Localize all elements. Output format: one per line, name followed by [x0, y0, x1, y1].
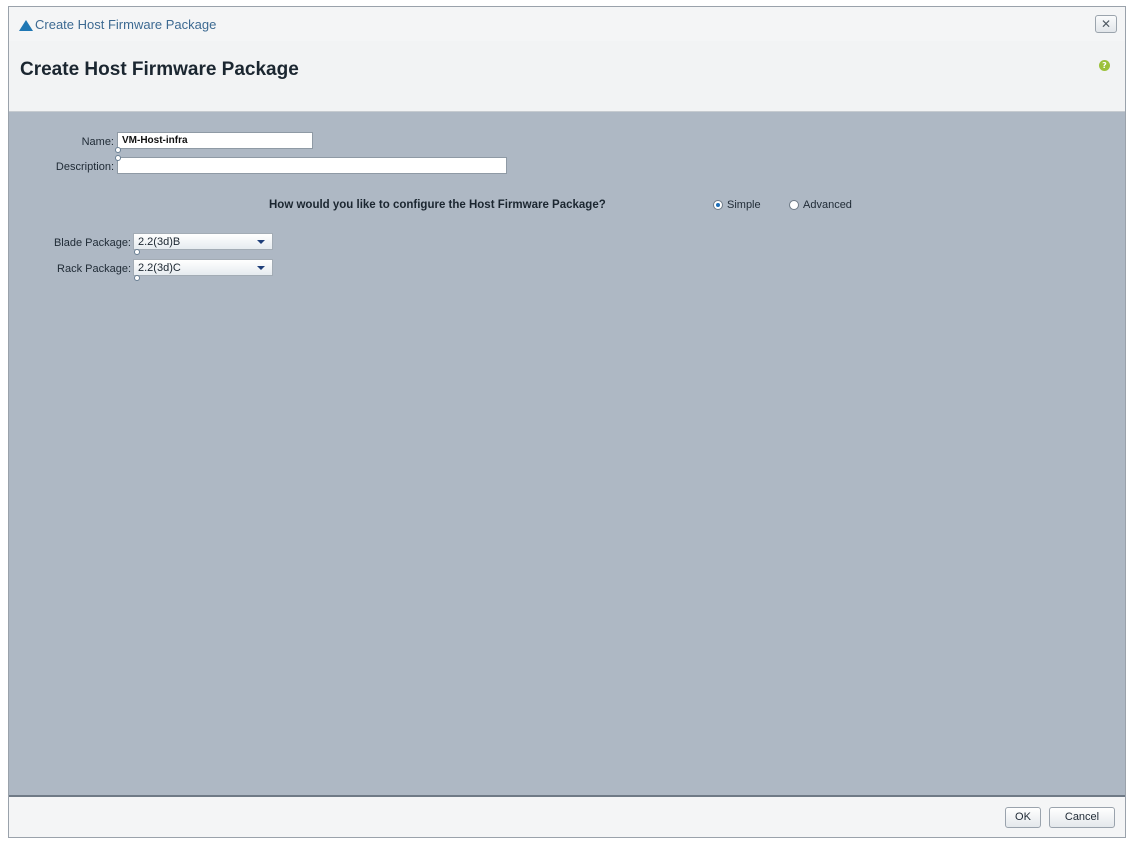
window-title: Create Host Firmware Package	[35, 17, 217, 32]
cisco-triangle-icon	[19, 20, 33, 31]
dialog-footer: OK Cancel	[9, 795, 1125, 837]
rack-package-label: Rack Package:	[57, 263, 131, 275]
blade-package-select[interactable]: 2.2(3d)B	[133, 233, 273, 250]
name-input[interactable]	[117, 132, 313, 149]
simple-radio[interactable]	[713, 200, 723, 210]
required-indicator	[115, 147, 121, 153]
rack-package-value: 2.2(3d)C	[138, 262, 181, 274]
blade-package-value: 2.2(3d)B	[138, 236, 181, 248]
advanced-radio[interactable]	[789, 200, 799, 210]
simple-radio-label[interactable]: Simple	[727, 199, 761, 211]
form-content	[9, 112, 1125, 798]
name-label: Name:	[81, 136, 114, 148]
page-title: Create Host Firmware Package	[20, 59, 299, 80]
rack-package-select[interactable]: 2.2(3d)C	[133, 259, 273, 276]
configure-question: How would you like to configure the Host…	[269, 199, 606, 211]
advanced-radio-label[interactable]: Advanced	[803, 199, 852, 211]
required-indicator	[134, 275, 140, 281]
description-input[interactable]	[117, 157, 507, 174]
blade-package-label: Blade Package:	[53, 237, 131, 249]
chevron-down-icon	[257, 240, 265, 244]
required-indicator	[134, 249, 140, 255]
help-icon[interactable]: ?	[1099, 60, 1110, 71]
ok-button[interactable]: OK	[1005, 807, 1041, 828]
close-button[interactable]: ✕	[1095, 15, 1117, 33]
chevron-down-icon	[257, 266, 265, 270]
dialog-window: Create Host Firmware Package ✕ Create Ho…	[8, 6, 1126, 838]
title-bar: Create Host Firmware Package ✕	[9, 7, 1125, 41]
cancel-button[interactable]: Cancel	[1049, 807, 1115, 828]
required-indicator	[115, 155, 121, 161]
description-label: Description:	[55, 161, 114, 173]
dialog-header: Create Host Firmware Package ?	[9, 41, 1125, 112]
